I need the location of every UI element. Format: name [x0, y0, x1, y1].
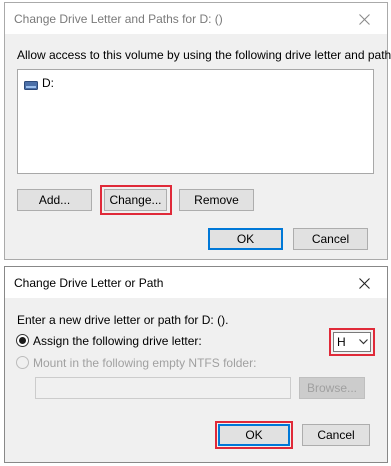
add-button[interactable]: Add... [17, 189, 92, 211]
drive-paths-list[interactable]: D: [17, 69, 374, 174]
ok-button[interactable]: OK [208, 228, 283, 250]
dialog-titlebar: Change Drive Letter and Paths for D: () [5, 3, 387, 34]
change-drive-letter-or-path-dialog: Change Drive Letter or Path Enter a new … [4, 266, 388, 463]
drive-letter-select[interactable]: H [333, 332, 371, 352]
assign-letter-radio[interactable] [16, 334, 29, 347]
change-drive-letter-paths-dialog: Change Drive Letter and Paths for D: () … [4, 2, 391, 260]
cancel-button[interactable]: Cancel [293, 228, 368, 250]
dialog-titlebar: Change Drive Letter or Path [5, 267, 387, 298]
browse-button[interactable]: Browse... [299, 377, 365, 399]
dialog-title: Change Drive Letter or Path [14, 276, 164, 290]
cancel-button[interactable]: Cancel [302, 424, 370, 446]
change-button[interactable]: Change... [104, 189, 167, 211]
assign-letter-label: Assign the following drive letter: [33, 334, 202, 348]
list-item-label: D: [42, 76, 54, 90]
chevron-down-icon [356, 339, 370, 345]
close-icon[interactable] [347, 271, 381, 295]
list-item[interactable]: D: [24, 76, 54, 90]
dialog-description: Enter a new drive letter or path for D: … [17, 313, 229, 327]
ok-button[interactable]: OK [218, 424, 290, 446]
dialog-title: Change Drive Letter and Paths for D: () [14, 12, 223, 26]
close-icon[interactable] [347, 7, 381, 31]
dialog-description: Allow access to this volume by using the… [17, 48, 391, 62]
selected-letter: H [337, 335, 346, 349]
mount-folder-radio[interactable] [16, 356, 29, 369]
remove-button[interactable]: Remove [179, 189, 254, 211]
mount-folder-label: Mount in the following empty NTFS folder… [33, 356, 257, 370]
folder-path-field[interactable] [35, 377, 291, 399]
drive-icon [24, 79, 38, 90]
